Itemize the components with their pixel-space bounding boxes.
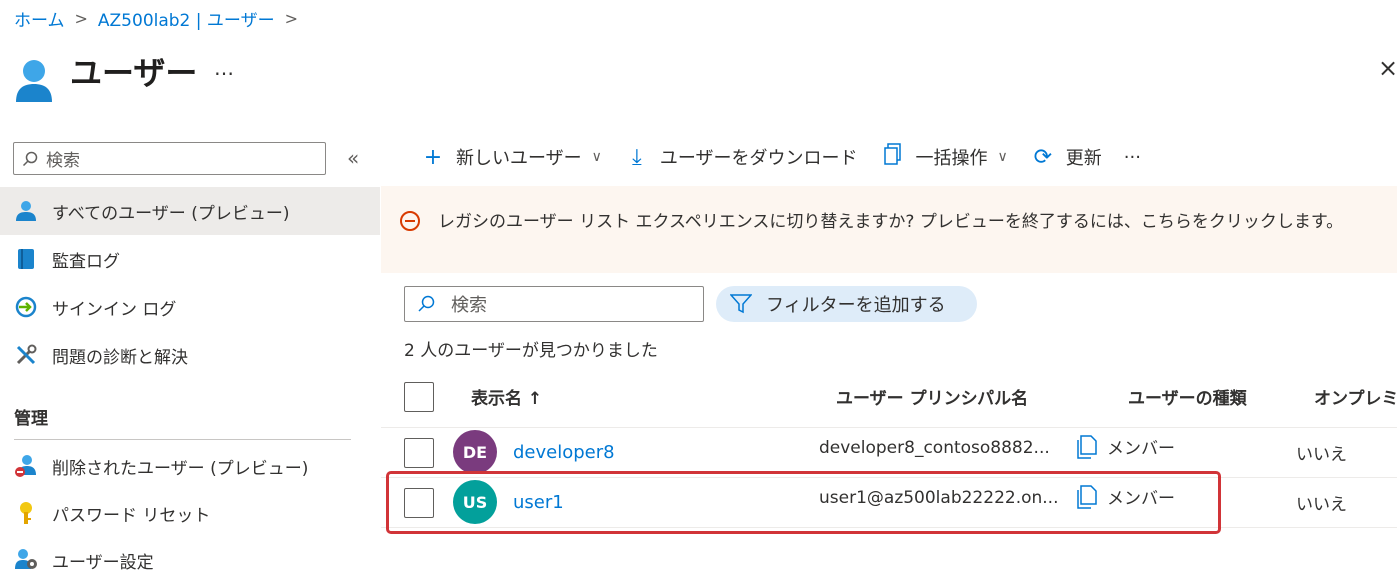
sidebar-item-label: 削除されたユーザー (プレビュー) xyxy=(52,458,309,479)
select-all-checkbox[interactable] xyxy=(404,382,434,412)
bulk-operations-label: 一括操作 xyxy=(915,148,988,169)
sidebar-item-label: パスワード リセット xyxy=(52,505,211,526)
plus-icon: + xyxy=(423,144,443,170)
avatar: DE xyxy=(453,430,497,474)
user-search-input[interactable]: 検索 xyxy=(404,286,704,322)
column-header-display-name[interactable]: 表示名 ↑ xyxy=(471,384,542,409)
user-type-cell: メンバー xyxy=(1075,434,1175,459)
filter-icon xyxy=(730,294,752,314)
search-icon xyxy=(22,151,38,166)
chevron-down-icon: ∨ xyxy=(997,149,1008,165)
search-icon xyxy=(418,295,435,312)
result-count: 2 人のユーザーが見つかりました xyxy=(404,341,658,361)
user-settings-icon xyxy=(14,548,38,572)
breadcrumb: ホーム > AZ500lab2 | ユーザー > xyxy=(14,6,298,31)
sidebar-section-title: 管理 xyxy=(14,409,48,429)
refresh-icon: ⟳ xyxy=(1033,144,1052,170)
sidebar-item-label: 問題の診断と解決 xyxy=(52,347,188,368)
sidebar-item-label: ユーザー設定 xyxy=(52,552,154,573)
command-bar: + 新しいユーザー ∨ ⤓ ユーザーをダウンロード 一括操作 ∨ ⟳ 更新 ··… xyxy=(420,140,1163,174)
chevron-down-icon: ∨ xyxy=(591,149,602,165)
sidebar-item-signin-log[interactable]: サインイン ログ xyxy=(0,283,380,331)
sidebar-item-user-settings[interactable]: ユーザー設定 xyxy=(0,536,380,584)
user-upn: developer8_contoso8882... xyxy=(819,438,1050,458)
column-header-upn[interactable]: ユーザー プリンシパル名 xyxy=(836,384,1028,409)
user-icon xyxy=(14,58,54,104)
highlight-box xyxy=(386,471,1221,534)
row-checkbox[interactable] xyxy=(404,438,434,468)
download-users-button[interactable]: ⤓ ユーザーをダウンロード xyxy=(624,144,858,170)
sidebar-item-diagnose[interactable]: 問題の診断と解決 xyxy=(0,331,380,379)
chevron-right-icon: > xyxy=(74,9,88,28)
user-deleted-icon xyxy=(14,454,38,478)
sidebar-item-password-reset[interactable]: パスワード リセット xyxy=(0,489,380,537)
sidebar-item-all-users[interactable]: すべてのユーザー (プレビュー) xyxy=(0,187,380,235)
breadcrumb-home-link[interactable]: ホーム xyxy=(14,6,65,31)
refresh-label: 更新 xyxy=(1065,148,1102,169)
add-filter-label: フィルターを追加する xyxy=(766,295,946,316)
column-header-user-type[interactable]: ユーザーの種類 xyxy=(1128,384,1247,409)
sidebar-search-placeholder: 検索 xyxy=(46,151,80,171)
sidebar-item-deleted-users[interactable]: 削除されたユーザー (プレビュー) xyxy=(0,442,380,490)
close-button[interactable]: × xyxy=(1378,56,1397,80)
refresh-button[interactable]: ⟳ 更新 xyxy=(1030,144,1102,170)
bulk-operations-icon xyxy=(880,143,906,171)
warning-icon xyxy=(400,211,420,231)
onprem-sync-value: いいえ xyxy=(1296,495,1347,515)
sidebar-item-audit-log[interactable]: 監査ログ xyxy=(0,235,380,283)
add-filter-button[interactable]: フィルターを追加する xyxy=(716,286,977,322)
user-icon xyxy=(14,199,38,223)
toolbar-more-button[interactable]: ··· xyxy=(1124,147,1141,168)
user-name-link[interactable]: developer8 xyxy=(513,442,615,463)
download-icon: ⤓ xyxy=(632,144,642,170)
key-icon xyxy=(14,501,38,525)
sidebar-search-input[interactable]: 検索 xyxy=(13,142,326,175)
new-user-button[interactable]: + 新しいユーザー ∨ xyxy=(420,144,602,170)
sidebar-item-label: サインイン ログ xyxy=(52,299,177,320)
sign-in-icon xyxy=(14,295,38,319)
user-type-label: メンバー xyxy=(1107,439,1175,459)
new-user-label: 新しいユーザー xyxy=(456,148,582,169)
page-title: ユーザー xyxy=(70,54,198,92)
bulk-operations-button[interactable]: 一括操作 ∨ xyxy=(880,143,1008,171)
wrench-icon xyxy=(14,343,38,367)
more-options-button[interactable]: … xyxy=(214,56,235,80)
sidebar-item-label: すべてのユーザー (プレビュー) xyxy=(52,203,290,224)
column-header-onprem[interactable]: オンプレミ xyxy=(1314,384,1397,409)
download-users-label: ユーザーをダウンロード xyxy=(659,148,858,169)
onprem-sync-value: いいえ xyxy=(1296,445,1347,465)
book-icon xyxy=(14,247,38,271)
collapse-sidebar-button[interactable]: « xyxy=(347,146,359,170)
divider xyxy=(14,439,351,440)
copy-icon[interactable] xyxy=(1075,434,1097,459)
sidebar-item-label: 監査ログ xyxy=(52,251,120,272)
banner-text[interactable]: レガシのユーザー リスト エクスペリエンスに切り替えますか? プレビューを終了す… xyxy=(438,210,1383,234)
chevron-right-icon: > xyxy=(284,9,298,28)
breadcrumb-tenant-link[interactable]: AZ500lab2 | ユーザー xyxy=(98,6,275,31)
user-search-placeholder: 検索 xyxy=(451,295,487,316)
